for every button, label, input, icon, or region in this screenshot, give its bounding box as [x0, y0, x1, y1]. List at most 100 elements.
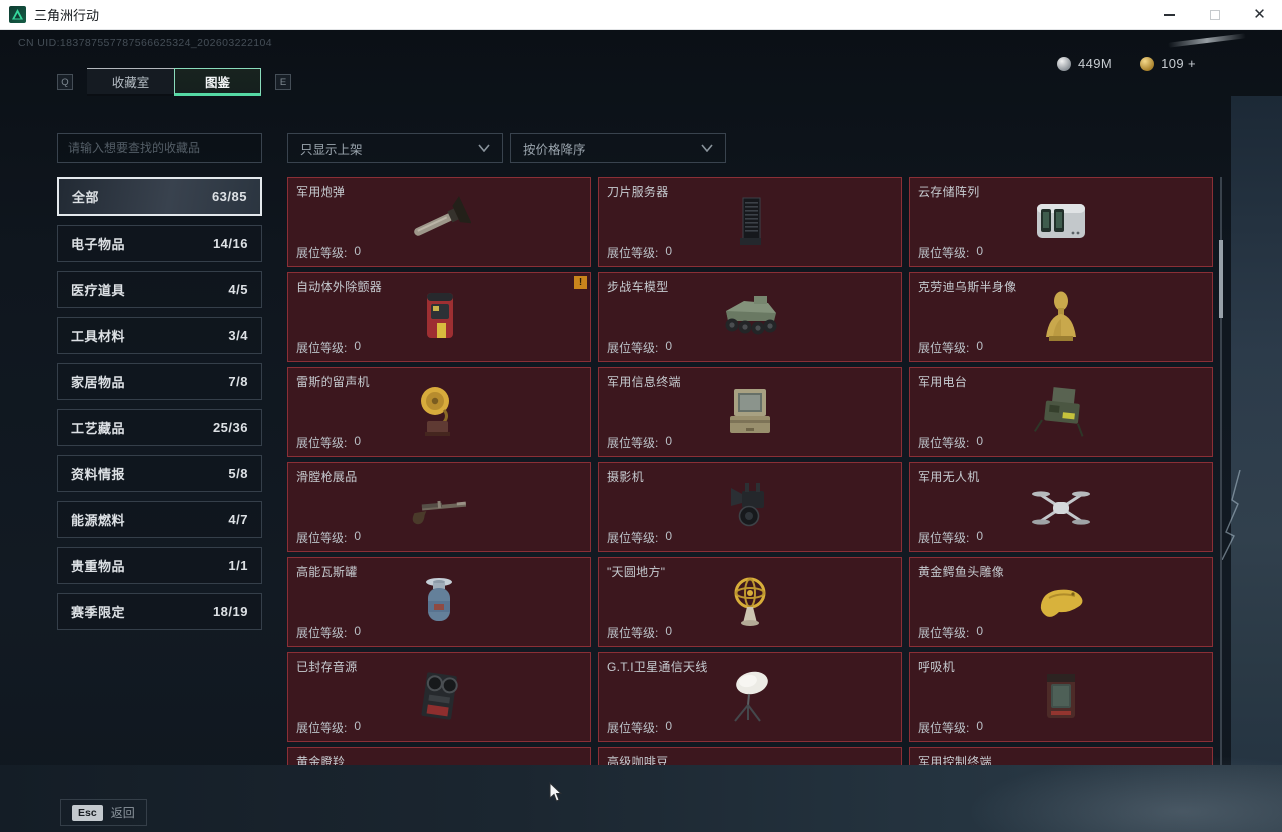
category-count: 18/19 — [212, 604, 248, 619]
booth-level-value: 0 — [976, 624, 984, 638]
filter-listed-dropdown[interactable]: 只显示上架 — [287, 133, 503, 163]
booth-level-value: 0 — [354, 624, 362, 638]
booth-level-label: 展位等级: — [918, 436, 970, 450]
category-label: 贵重物品 — [71, 559, 126, 574]
collection-card[interactable]: 军用无人机 展位等级: 0 — [909, 462, 1213, 552]
collection-card[interactable]: "天圆地方" 展位等级: 0 — [598, 557, 902, 647]
booth-level-label: 展位等级: — [296, 341, 348, 355]
esc-key-badge: Esc — [72, 804, 103, 821]
maximize-button[interactable] — [1192, 0, 1237, 30]
booth-level-value: 0 — [976, 719, 984, 733]
golden-gazelle-icon — [288, 748, 590, 765]
player-uid: CN UID:183787557787566625324_20260322210… — [18, 37, 273, 49]
close-button[interactable]: ✕ — [1237, 0, 1282, 30]
maximize-icon — [1209, 9, 1220, 20]
booth-level-label: 展位等级: — [296, 531, 348, 545]
key-hint-q: Q — [57, 74, 73, 90]
game-screen: CN UID:183787557787566625324_20260322210… — [0, 30, 1282, 832]
category-label: 工具材料 — [71, 329, 126, 344]
sort-price-label: 按价格降序 — [523, 142, 586, 157]
sidebar-category-7[interactable]: 能源燃料 4/7 — [57, 501, 262, 538]
collection-card[interactable]: 克劳迪乌斯半身像 展位等级: 0 — [909, 272, 1213, 362]
collection-card[interactable]: 步战车模型 展位等级: 0 — [598, 272, 902, 362]
collection-card[interactable]: 雷斯的留声机 展位等级: 0 — [287, 367, 591, 457]
booth-level-label: 展位等级: — [918, 246, 970, 260]
filter-bar: 只显示上架 按价格降序 — [287, 133, 726, 163]
category-label: 家居物品 — [71, 375, 126, 390]
sort-price-dropdown[interactable]: 按价格降序 — [510, 133, 726, 163]
collection-card[interactable]: 高能瓦斯罐 展位等级: 0 — [287, 557, 591, 647]
collection-card[interactable]: G.T.I卫星通信天线 展位等级: 0 — [598, 652, 902, 742]
silver-amount: 449M — [1077, 56, 1113, 71]
light-streak — [1167, 33, 1247, 48]
currency-gold[interactable]: 109 + — [1140, 56, 1196, 71]
collection-card[interactable]: 刀片服务器 展位等级: 0 — [598, 177, 902, 267]
window-title: 三角洲行动 — [34, 8, 100, 23]
collection-card[interactable]: 军用炮弹 展位等级: 0 — [287, 177, 591, 267]
category-label: 工艺藏品 — [71, 421, 126, 436]
booth-level-value: 0 — [354, 434, 362, 448]
collection-card[interactable]: 黄金鳄鱼头雕像 展位等级: 0 — [909, 557, 1213, 647]
collection-card[interactable]: 军用信息终端 展位等级: 0 — [598, 367, 902, 457]
collection-card[interactable]: 军用控制终端 展位等级: 0 — [909, 747, 1213, 765]
booth-level-value: 0 — [976, 434, 984, 448]
category-label: 医疗道具 — [71, 283, 126, 298]
category-count: 5/8 — [228, 466, 248, 481]
collection-card[interactable]: 呼吸机 展位等级: 0 — [909, 652, 1213, 742]
close-icon: ✕ — [1253, 6, 1266, 23]
booth-level-label: 展位等级: — [607, 531, 659, 545]
collection-card[interactable]: 摄影机 展位等级: 0 — [598, 462, 902, 552]
booth-level-label: 展位等级: — [296, 246, 348, 260]
app-logo-icon — [9, 6, 26, 23]
control-terminal-icon — [910, 748, 1212, 765]
search-input[interactable] — [57, 133, 262, 163]
booth-level-value: 0 — [665, 719, 673, 733]
sidebar-category-0[interactable]: 全部 63/85 — [57, 177, 262, 216]
sidebar-category-1[interactable]: 电子物品 14/16 — [57, 225, 262, 262]
booth-level-label: 展位等级: — [296, 436, 348, 450]
tab-collection-room[interactable]: 收藏室 — [87, 68, 174, 96]
booth-level-label: 展位等级: — [607, 626, 659, 640]
collection-card[interactable]: 高级咖啡豆 展位等级: 0 — [598, 747, 902, 765]
scrollbar-thumb[interactable] — [1219, 240, 1223, 318]
booth-level-label: 展位等级: — [918, 341, 970, 355]
currency-silver[interactable]: 449M — [1056, 56, 1113, 71]
category-label: 赛季限定 — [71, 605, 126, 620]
category-count: 1/1 — [228, 558, 248, 573]
sidebar-category-3[interactable]: 工具材料 3/4 — [57, 317, 262, 354]
sidebar-category-9[interactable]: 赛季限定 18/19 — [57, 593, 262, 630]
booth-level-label: 展位等级: — [918, 626, 970, 640]
back-label: 返回 — [110, 806, 135, 820]
silver-coin-icon — [1056, 56, 1071, 71]
collection-card[interactable]: 滑膛枪展品 展位等级: 0 — [287, 462, 591, 552]
sidebar-category-5[interactable]: 工艺藏品 25/36 — [57, 409, 262, 446]
chevron-down-icon — [478, 144, 490, 152]
booth-level-label: 展位等级: — [918, 531, 970, 545]
category-count: 4/7 — [228, 512, 248, 527]
booth-level-label: 展位等级: — [607, 246, 659, 260]
minimize-button[interactable] — [1147, 0, 1192, 30]
lightning-effect — [1221, 470, 1241, 560]
category-label: 资料情报 — [71, 467, 126, 482]
collection-card[interactable]: 已封存音源 展位等级: 0 — [287, 652, 591, 742]
category-label: 能源燃料 — [71, 513, 126, 528]
tab-catalog[interactable]: 图鉴 — [174, 68, 261, 96]
collection-card[interactable]: 云存储阵列 展位等级: 0 — [909, 177, 1213, 267]
booth-level-label: 展位等级: — [918, 721, 970, 735]
sidebar-category-4[interactable]: 家居物品 7/8 — [57, 363, 262, 400]
collection-grid: 军用炮弹 展位等级: 0 刀片服务器 展位等级: 0 云存储阵列 展位等级: 0… — [287, 177, 1213, 765]
key-hint-e: E — [275, 74, 291, 90]
category-count: 14/16 — [212, 236, 248, 251]
sidebar-category-6[interactable]: 资料情报 5/8 — [57, 455, 262, 492]
coffee-beans-icon — [599, 748, 901, 765]
gold-amount: 109 + — [1161, 56, 1196, 71]
back-button[interactable]: Esc 返回 — [60, 799, 147, 826]
sidebar-category-8[interactable]: 贵重物品 1/1 — [57, 547, 262, 584]
collection-card[interactable]: 军用电台 展位等级: 0 — [909, 367, 1213, 457]
background-art — [1231, 96, 1282, 832]
collection-card[interactable]: 自动体外除颤器 展位等级: 0 ! — [287, 272, 591, 362]
category-count: 4/5 — [228, 282, 248, 297]
category-label: 电子物品 — [71, 237, 126, 252]
sidebar-category-2[interactable]: 医疗道具 4/5 — [57, 271, 262, 308]
collection-card[interactable]: 黄金瞪羚 展位等级: 0 — [287, 747, 591, 765]
